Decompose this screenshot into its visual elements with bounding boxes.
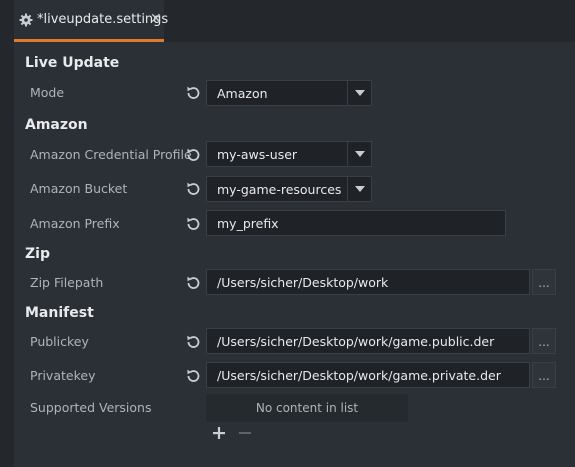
prefix-value: my_prefix [217,216,279,231]
privatekey-label: Privatekey [30,368,96,383]
publickey-value: /Users/sicher/Desktop/work/game.public.d… [217,334,495,349]
browse-button[interactable]: ... [532,362,556,388]
credential-profile-value: my-aws-user [217,147,298,162]
privatekey-value: /Users/sicher/Desktop/work/game.private.… [217,368,501,383]
browse-button[interactable]: ... [532,328,556,354]
tab-title: *liveupdate.settings [37,12,169,27]
zip-filepath-label: Zip Filepath [30,275,104,290]
bucket-select[interactable]: my-game-resources [206,176,372,202]
zip-filepath-input[interactable]: /Users/sicher/Desktop/work [206,269,530,295]
reset-icon[interactable] [184,84,202,102]
close-icon[interactable]: ✕ [150,11,162,27]
section-manifest: Manifest [25,305,94,321]
reset-icon[interactable] [184,215,202,233]
privatekey-input[interactable]: /Users/sicher/Desktop/work/game.private.… [206,362,530,388]
publickey-label: Publickey [30,334,89,349]
chevron-down-icon[interactable] [347,177,371,201]
reset-icon[interactable] [184,367,202,385]
tab-liveupdate-settings[interactable]: *liveupdate.settings ✕ [14,0,168,42]
reset-icon[interactable] [184,146,202,164]
chevron-down-icon[interactable] [347,81,371,105]
empty-list-text: No content in list [255,401,359,415]
section-live-update: Live Update [25,55,120,71]
remove-icon[interactable] [236,424,254,442]
tab-bar: *liveupdate.settings ✕ [0,0,575,42]
supported-versions-label: Supported Versions [30,400,152,415]
gear-icon [19,12,33,27]
reset-icon[interactable] [184,333,202,351]
reset-icon[interactable] [184,274,202,292]
section-amazon: Amazon [25,117,88,133]
credential-profile-select[interactable]: my-aws-user [206,141,372,167]
reset-icon[interactable] [184,180,202,198]
mode-label: Mode [30,85,65,100]
prefix-label: Amazon Prefix [30,216,120,231]
mode-value: Amazon [217,86,268,101]
browse-button[interactable]: ... [532,269,556,295]
bucket-value: my-game-resources [217,182,342,197]
mode-select[interactable]: Amazon [206,80,372,106]
bucket-label: Amazon Bucket [30,181,128,196]
supported-versions-list[interactable]: No content in list [206,394,408,422]
publickey-input[interactable]: /Users/sicher/Desktop/work/game.public.d… [206,328,530,354]
add-icon[interactable] [210,424,228,442]
zip-filepath-value: /Users/sicher/Desktop/work [217,275,389,290]
credential-profile-label: Amazon Credential Profile [30,147,192,162]
chevron-down-icon[interactable] [347,142,371,166]
section-zip: Zip [25,246,50,262]
prefix-input[interactable]: my_prefix [206,210,506,236]
